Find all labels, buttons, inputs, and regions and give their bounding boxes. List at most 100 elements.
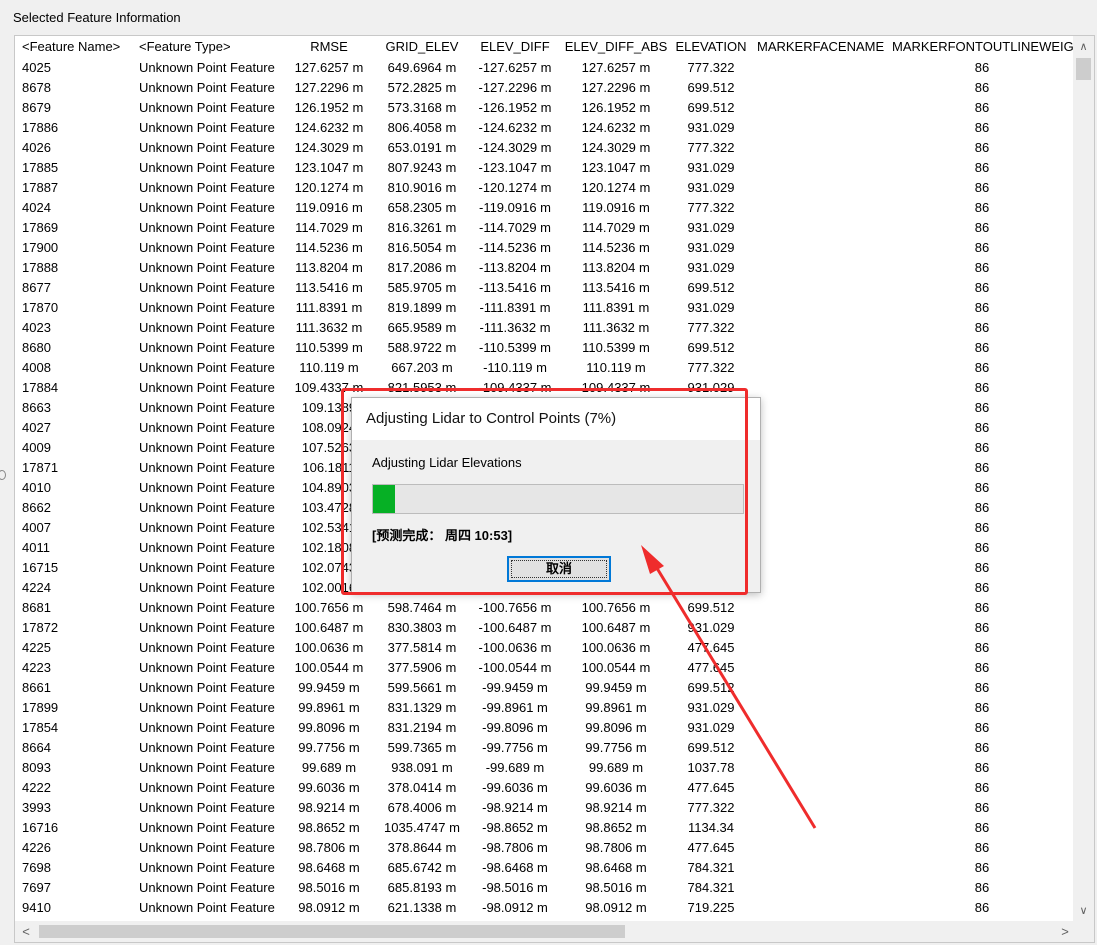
table-cell: 810.9016 m — [387, 180, 457, 195]
table-cell: 110.119 m — [299, 360, 359, 375]
table-row[interactable]: 17888 Unknown Point Feature 113.8204 m 817.… — [15, 258, 1075, 278]
cancel-button[interactable]: 取消 — [507, 556, 611, 582]
table-row[interactable]: 17872 Unknown Point Feature 100.6487 m 830.… — [15, 618, 1075, 638]
scroll-right-icon[interactable]: > — [1056, 921, 1074, 942]
table-cell: 931.029 — [687, 620, 735, 635]
table-row[interactable]: 9410 Unknown Point Feature 98.0912 m 621.13… — [15, 898, 1075, 918]
column-header[interactable]: <Feature Name> — [19, 36, 139, 58]
vertical-scrollbar[interactable]: ∧ ∨ — [1073, 36, 1094, 922]
table-row[interactable]: 8678 Unknown Point Feature 127.2296 m 572.2… — [15, 78, 1075, 98]
table-row[interactable]: 16716 Unknown Point Feature 98.8652 m 1035.… — [15, 818, 1075, 838]
table-row[interactable]: 4226 Unknown Point Feature 98.7806 m 378.86… — [15, 838, 1075, 858]
table-cell: 719.225 — [687, 900, 735, 915]
table-cell: 8661 — [22, 680, 51, 695]
table-row[interactable]: 8677 Unknown Point Feature 113.5416 m 585.9… — [15, 278, 1075, 298]
table-cell: -98.7806 m — [482, 840, 548, 855]
table-cell: 4226 — [22, 840, 51, 855]
horizontal-scrollbar[interactable]: < > — [15, 921, 1094, 942]
horizontal-scroll-thumb[interactable] — [39, 925, 625, 938]
table-cell: 17899 — [22, 700, 59, 715]
column-header[interactable]: MARKERFACENAME — [754, 36, 888, 58]
table-row[interactable]: 4024 Unknown Point Feature 119.0916 m 658.2… — [15, 198, 1075, 218]
table-cell: Unknown Point Feature — [139, 800, 275, 815]
table-cell: 8678 — [22, 80, 51, 95]
table-row[interactable]: 8681 Unknown Point Feature 100.7656 m 598.7… — [15, 598, 1075, 618]
table-row[interactable]: 4026 Unknown Point Feature 124.3029 m 653.0… — [15, 138, 1075, 158]
table-cell: -110.5399 m — [478, 340, 552, 355]
table-cell: 100.6487 m — [581, 620, 651, 635]
table-row[interactable]: 8679 Unknown Point Feature 126.1952 m 573.3… — [15, 98, 1075, 118]
table-cell: 4023 — [22, 320, 51, 335]
table-cell: 98.9214 m — [298, 800, 360, 815]
table-row[interactable]: 17886 Unknown Point Feature 124.6232 m 806.… — [15, 118, 1075, 138]
scroll-down-icon[interactable]: ∨ — [1073, 902, 1094, 920]
column-header[interactable]: <Feature Type> — [136, 36, 286, 58]
table-cell: 678.4006 m — [387, 800, 457, 815]
table-row[interactable]: 8661 Unknown Point Feature 99.9459 m 599.56… — [15, 678, 1075, 698]
table-cell: 111.8391 m — [582, 300, 650, 315]
table-row[interactable]: 8680 Unknown Point Feature 110.5399 m 588.9… — [15, 338, 1075, 358]
table-cell — [754, 818, 888, 838]
table-cell: 111.3632 m — [295, 320, 363, 335]
table-cell: 98.5016 m — [298, 880, 360, 895]
table-row[interactable]: 7698 Unknown Point Feature 98.6468 m 685.67… — [15, 858, 1075, 878]
table-cell: 477.645 — [687, 780, 735, 795]
table-cell: Unknown Point Feature — [139, 200, 275, 215]
table-cell: 86 — [974, 720, 990, 735]
scroll-up-icon[interactable]: ∧ — [1073, 38, 1094, 56]
table-row[interactable]: 4225 Unknown Point Feature 100.0636 m 377.5… — [15, 638, 1075, 658]
table-cell: 98.9214 m — [585, 800, 647, 815]
table-cell: 8093 — [22, 760, 51, 775]
table-cell — [754, 278, 888, 298]
table-cell: 99.9459 m — [298, 680, 360, 695]
column-header[interactable]: ELEVATION — [670, 36, 752, 58]
table-row[interactable]: 4008 Unknown Point Feature 110.119 m 667.20… — [15, 358, 1075, 378]
table-row[interactable]: 4025 Unknown Point Feature 127.6257 m 649.6… — [15, 58, 1075, 78]
scroll-left-icon[interactable]: < — [17, 921, 35, 942]
table-row[interactable]: 17869 Unknown Point Feature 114.7029 m 816.… — [15, 218, 1075, 238]
table-cell: 17854 — [22, 720, 59, 735]
table-cell: 4009 — [22, 440, 51, 455]
table-cell — [754, 718, 888, 738]
table-cell: 4007 — [22, 520, 51, 535]
table-row[interactable]: 4223 Unknown Point Feature 100.0544 m 377.5… — [15, 658, 1075, 678]
table-cell — [754, 58, 888, 78]
table-row[interactable]: 4023 Unknown Point Feature 111.3632 m 665.9… — [15, 318, 1075, 338]
vertical-scroll-thumb[interactable] — [1076, 58, 1091, 80]
table-cell: Unknown Point Feature — [139, 900, 275, 915]
table-cell — [754, 778, 888, 798]
table-cell: 931.029 — [687, 160, 735, 175]
table-cell: 477.645 — [687, 640, 735, 655]
table-cell — [754, 698, 888, 718]
column-header[interactable]: MARKERFONTOUTLINEWEIG — [889, 36, 1075, 58]
table-row[interactable]: 8664 Unknown Point Feature 99.7756 m 599.73… — [15, 738, 1075, 758]
table-cell — [754, 898, 888, 918]
table-row[interactable]: 8093 Unknown Point Feature 99.689 m 938.091… — [15, 758, 1075, 778]
table-row[interactable]: 17899 Unknown Point Feature 99.8961 m 831.1… — [15, 698, 1075, 718]
table-row[interactable]: 7697 Unknown Point Feature 98.5016 m 685.81… — [15, 878, 1075, 898]
table-row[interactable]: 17870 Unknown Point Feature 111.8391 m 819.… — [15, 298, 1075, 318]
table-cell: 127.6257 m — [294, 60, 364, 75]
table-cell: 86 — [974, 360, 990, 375]
table-cell: Unknown Point Feature — [139, 400, 275, 415]
table-row[interactable]: 3993 Unknown Point Feature 98.9214 m 678.40… — [15, 798, 1075, 818]
table-cell: 99.8096 m — [585, 720, 647, 735]
column-header[interactable]: GRID_ELEV — [376, 36, 468, 58]
column-header[interactable]: ELEV_DIFF — [466, 36, 564, 58]
table-cell: Unknown Point Feature — [139, 320, 275, 335]
table-cell: 86 — [974, 480, 990, 495]
table-cell — [754, 598, 888, 618]
column-header[interactable]: ELEV_DIFF_ABS — [561, 36, 671, 58]
table-cell — [754, 358, 888, 378]
table-cell: 86 — [974, 760, 990, 775]
table-cell: 99.8096 m — [298, 720, 360, 735]
table-cell: -124.3029 m — [478, 140, 552, 155]
column-header[interactable]: RMSE — [281, 36, 377, 58]
table-row[interactable]: 17854 Unknown Point Feature 99.8096 m 831.2… — [15, 718, 1075, 738]
table-row[interactable]: 4222 Unknown Point Feature 99.6036 m 378.04… — [15, 778, 1075, 798]
table-row[interactable]: 17887 Unknown Point Feature 120.1274 m 810.… — [15, 178, 1075, 198]
table-row[interactable]: 17885 Unknown Point Feature 123.1047 m 807.… — [15, 158, 1075, 178]
table-cell: 99.7756 m — [298, 740, 360, 755]
table-row[interactable]: 17884 Unknown Point Feature 109.4337 m 821.… — [15, 378, 1075, 398]
table-row[interactable]: 17900 Unknown Point Feature 114.5236 m 816.… — [15, 238, 1075, 258]
